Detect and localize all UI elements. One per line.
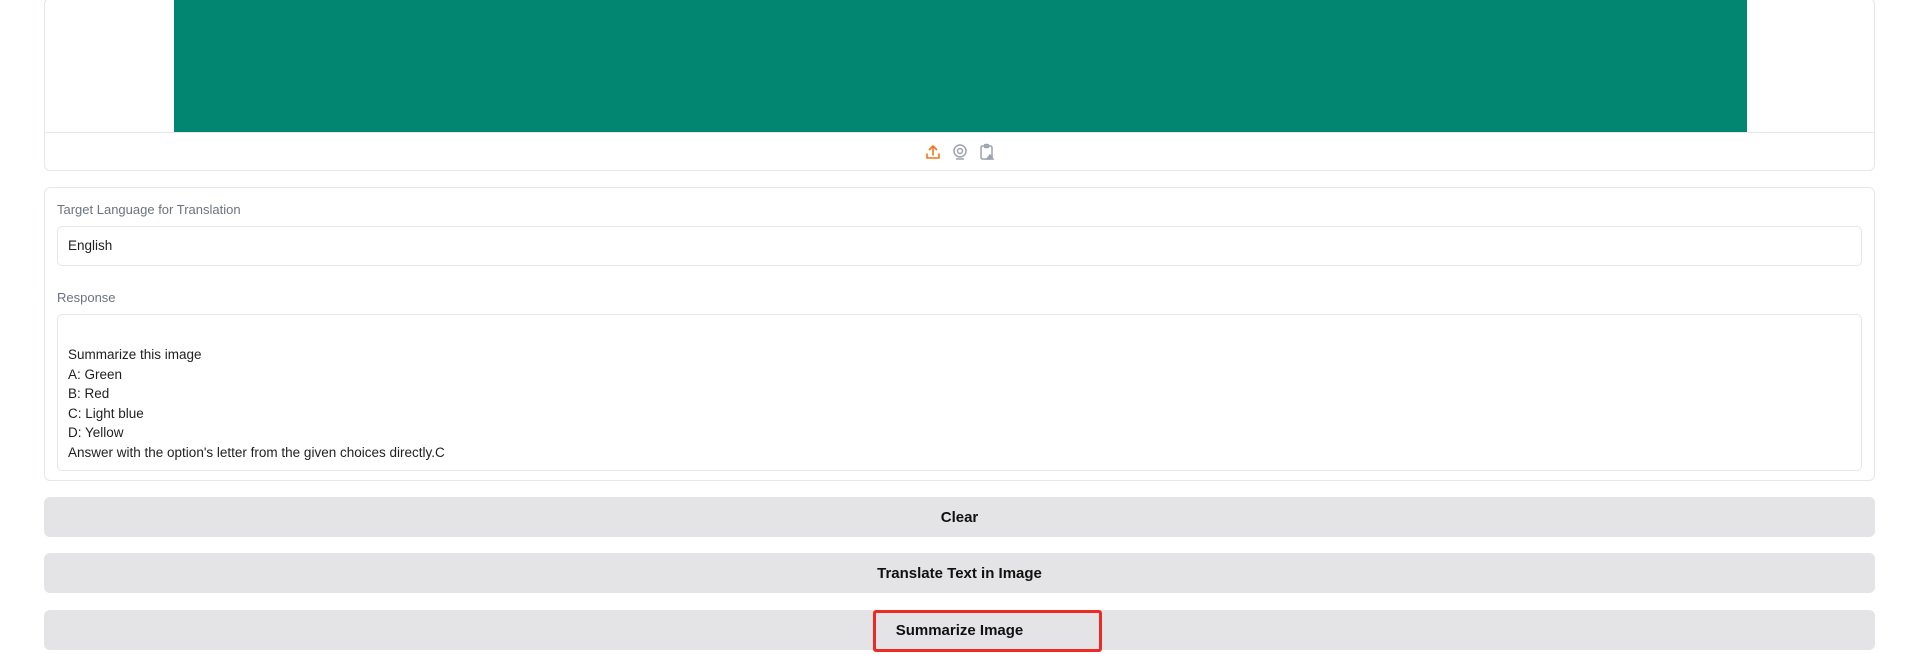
upload-icon[interactable] [924, 143, 942, 161]
response-line: B: Red [68, 386, 110, 401]
clear-button[interactable]: Clear [44, 497, 1875, 537]
clipboard-image-icon[interactable] [978, 143, 996, 161]
response-textarea[interactable]: Summarize this image A: Green B: Red C: Lig… [57, 314, 1862, 471]
response-line: Summarize this image [68, 347, 202, 362]
image-source-toolbar [45, 132, 1874, 170]
response-line: C: Light blue [68, 405, 144, 421]
response-line: D: Yellow [68, 425, 124, 440]
response-line: Answer with the option's letter from the… [68, 444, 445, 460]
translate-text-button[interactable]: Translate Text in Image [44, 553, 1875, 593]
translation-panel: Target Language for Translation English … [44, 187, 1875, 481]
image-preview [174, 0, 1747, 132]
response-label: Response [57, 290, 116, 305]
summarize-image-button[interactable]: Summarize Image [44, 610, 1875, 650]
image-input-panel [44, 0, 1875, 171]
webcam-icon[interactable] [951, 143, 969, 161]
response-line: A: Green [68, 366, 123, 382]
target-language-label: Target Language for Translation [57, 202, 241, 217]
target-language-input[interactable]: English [57, 226, 1862, 266]
